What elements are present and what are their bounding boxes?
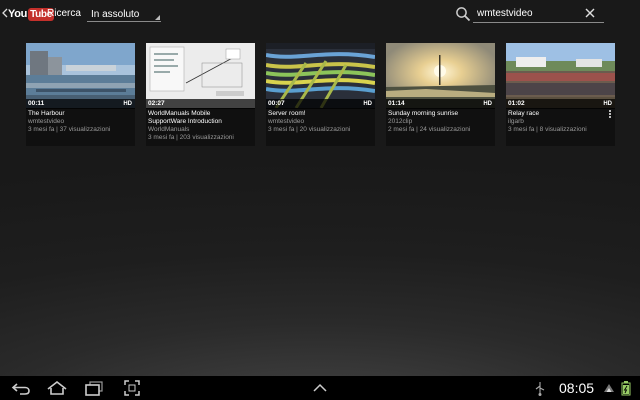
back-icon[interactable] [10,379,32,397]
action-bar: You Tube Ricerca In assoluto wmtestvideo [0,0,640,30]
battery-icon [621,381,631,396]
video-info: wmtestvideo 3 mesi fa | 20 visualizzazio… [268,118,373,134]
video-channel[interactable]: 2012clip [388,118,493,126]
video-duration: 01:02 [508,100,525,107]
search-icon[interactable] [455,6,471,22]
time-filter-dropdown[interactable]: In assoluto [87,6,161,22]
usb-icon [535,382,545,396]
video-duration: 00:07 [268,100,285,107]
thumbnail-overlay: 01:02 HD [506,99,615,109]
video-channel[interactable]: WorldManuals [148,126,253,134]
video-channel[interactable]: wmtestvideo [28,118,133,126]
hd-badge: HD [363,101,372,107]
video-stats: 3 mesi fa | 37 visualizzazioni [28,126,111,133]
video-stats: 3 mesi fa | 20 visualizzazioni [268,126,351,133]
page-title: Ricerca [47,8,81,19]
expand-up-icon[interactable] [311,379,329,397]
logo-you-text: You [8,8,28,20]
youtube-app: You Tube Ricerca In assoluto wmtestvideo [0,0,640,376]
thumbnail-overlay: 01:14 HD [386,99,495,109]
video-stats: 3 mesi fa | 203 visualizzazioni [148,134,234,141]
video-stats: 3 mesi fa | 8 visualizzazioni [508,126,587,133]
home-icon[interactable] [46,379,68,397]
thumbnail-overlay: 02:27 [146,99,255,109]
video-channel[interactable]: wmtestvideo [268,118,373,126]
search-results: 00:11 HD The Harbour wmtestvideo 3 mesi … [26,43,615,146]
video-stats: 2 mesi fa | 24 visualizzazioni [388,126,471,133]
system-navigation-bar: 08:05 [0,376,640,400]
time-filter-label: In assoluto [91,9,140,20]
thumbnail-overlay: 00:07 HD [266,99,375,109]
video-channel[interactable]: ilgarb [508,118,613,126]
thumbnail-overlay: 00:11 HD [26,99,135,109]
video-title[interactable]: WorldManuals Mobile SupportWare Introduc… [148,110,244,126]
screenshot-icon[interactable] [123,379,141,397]
video-title[interactable]: The Harbour [28,110,124,118]
video-card[interactable]: 00:11 HD The Harbour wmtestvideo 3 mesi … [26,43,135,146]
search-query-text: wmtestvideo [477,8,533,19]
status-clock: 08:05 [559,380,595,396]
video-title[interactable]: Relay race [508,110,604,118]
video-info: ilgarb 3 mesi fa | 8 visualizzazioni [508,118,613,134]
hd-badge: HD [603,101,612,107]
video-duration: 01:14 [388,100,405,107]
video-card[interactable]: 01:02 HD Relay race ilgarb 3 mesi fa | 8… [506,43,615,146]
video-card[interactable]: 01:14 HD Sunday morning sunrise 2012clip… [386,43,495,146]
video-info: WorldManuals 3 mesi fa | 203 visualizzaz… [148,126,253,142]
overflow-menu-icon[interactable] [609,110,612,119]
dropdown-corner-icon [155,15,160,20]
wifi-icon [604,384,614,392]
video-card[interactable]: 00:07 HD Server room! wmtestvideo 3 mesi… [266,43,375,146]
recent-apps-icon[interactable] [84,379,104,397]
video-title[interactable]: Sunday morning sunrise [388,110,484,118]
hd-badge: HD [483,101,492,107]
video-title[interactable]: Server room! [268,110,364,118]
video-info: wmtestvideo 3 mesi fa | 37 visualizzazio… [28,118,133,134]
close-icon[interactable] [584,7,596,19]
video-duration: 02:27 [148,100,165,107]
video-duration: 00:11 [28,100,45,107]
video-card[interactable]: 02:27 WorldManuals Mobile SupportWare In… [146,43,255,146]
video-info: 2012clip 2 mesi fa | 24 visualizzazioni [388,118,493,134]
hd-badge: HD [123,101,132,107]
